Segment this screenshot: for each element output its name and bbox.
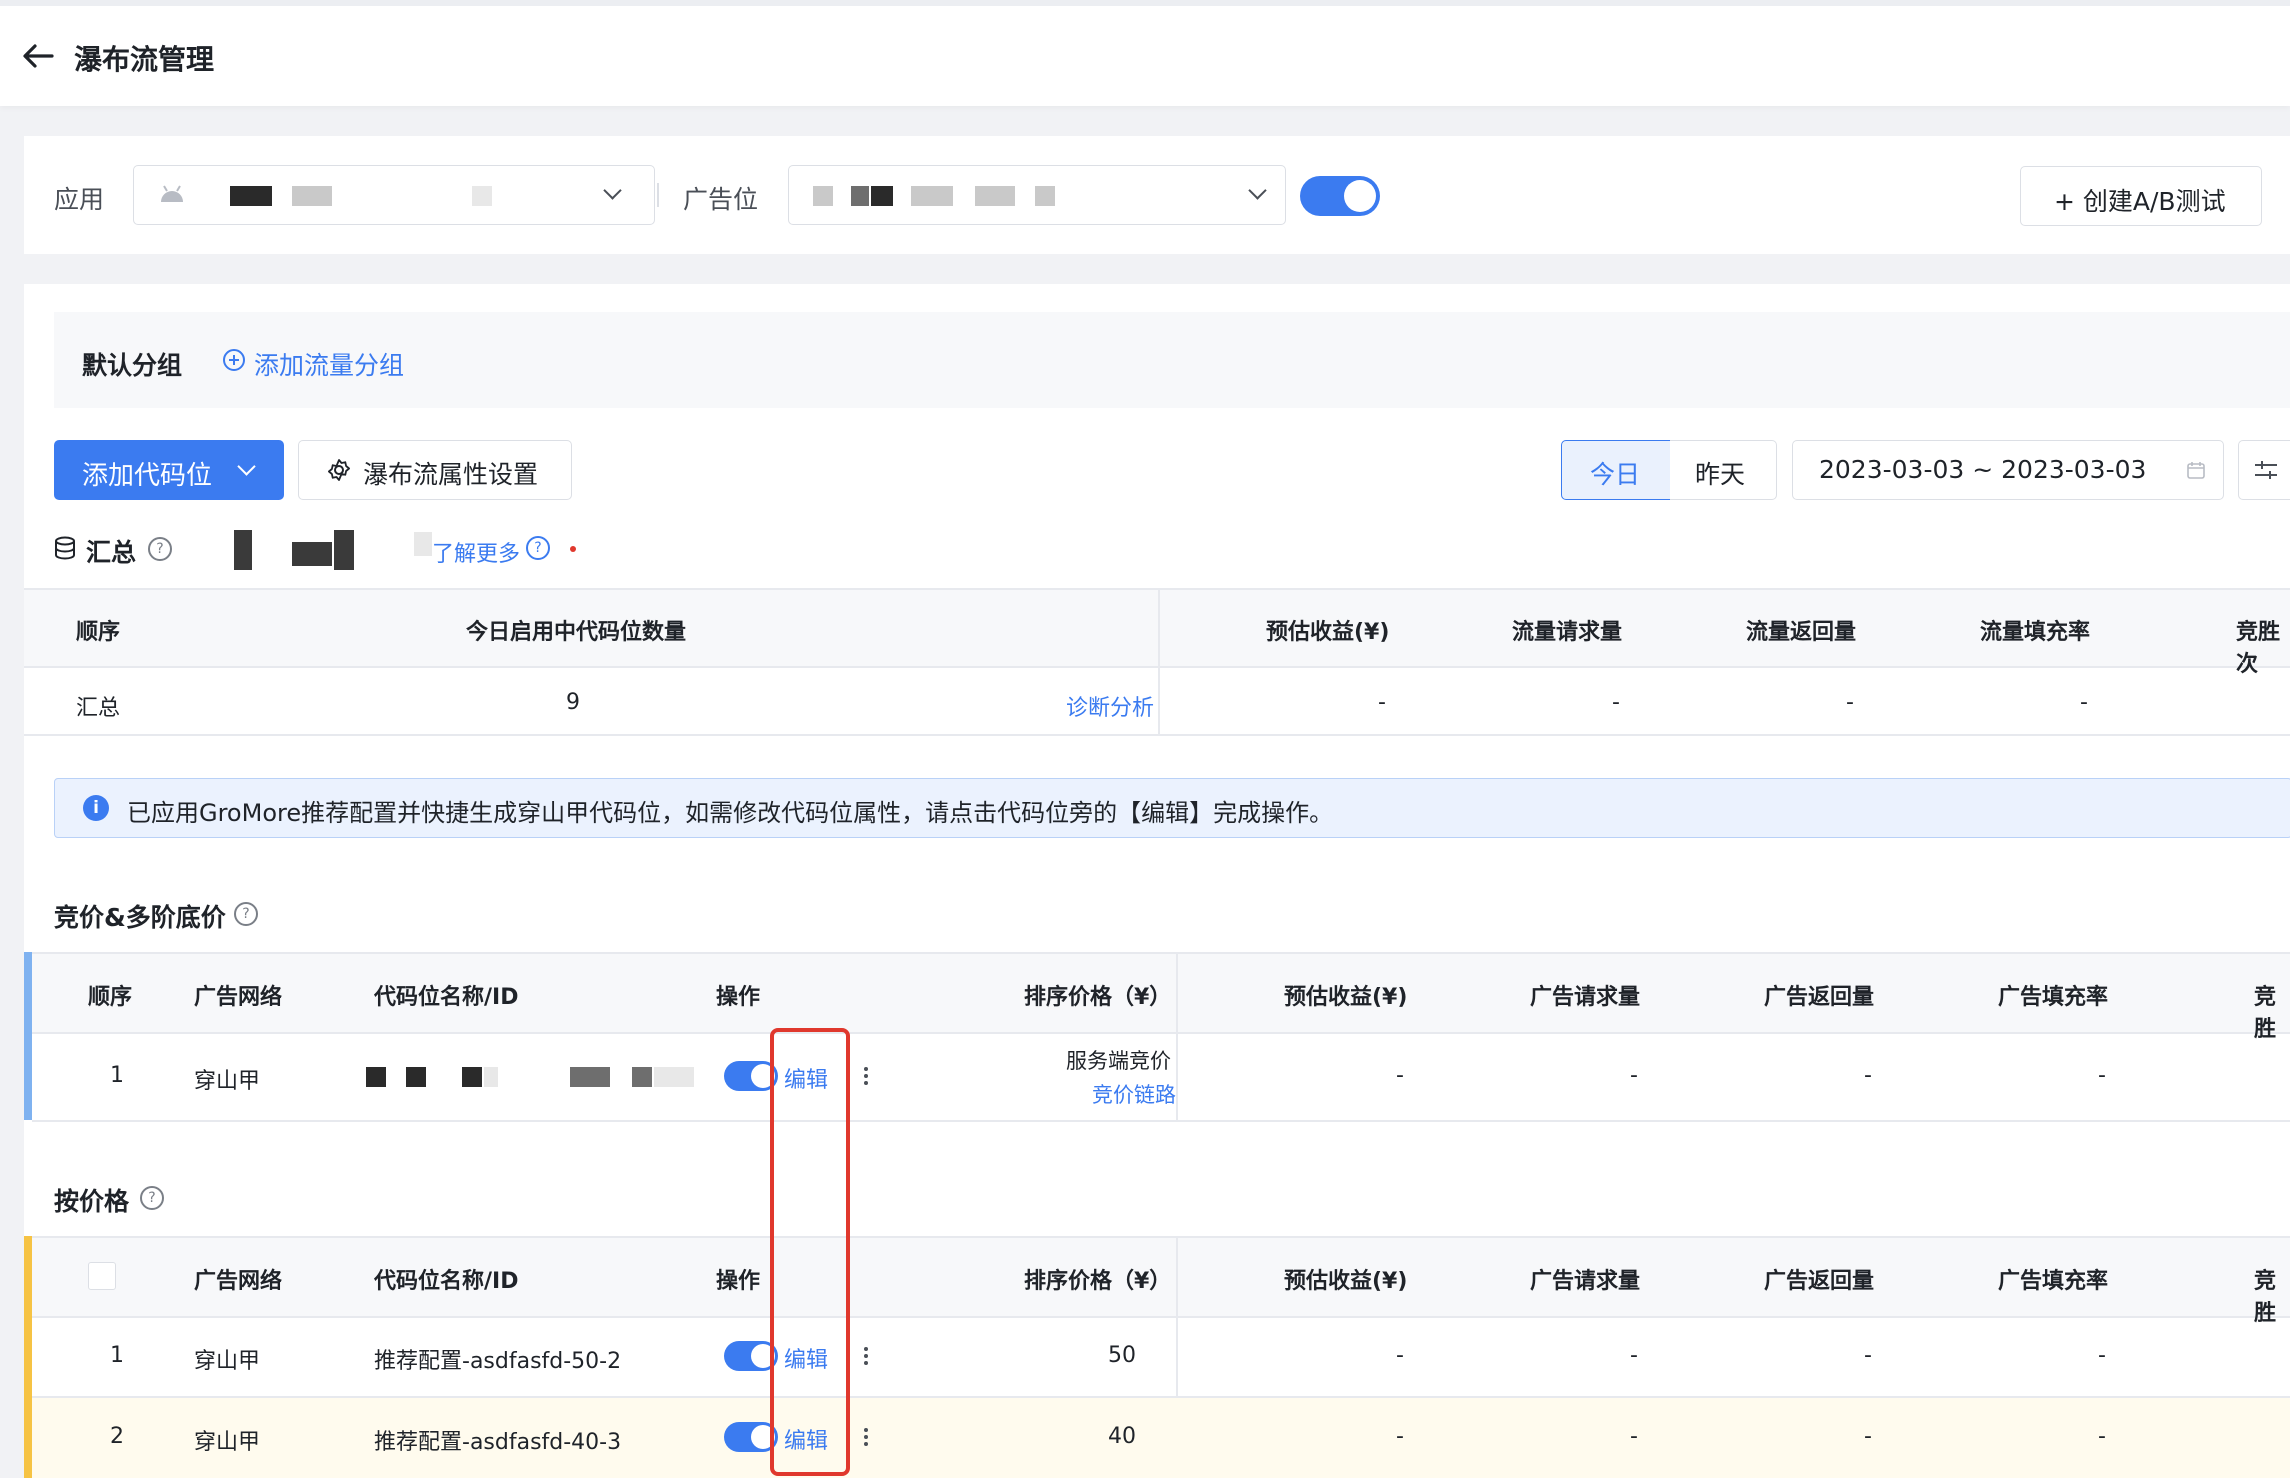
page-title: 瀑布流管理 [74, 43, 215, 76]
kebab-icon[interactable] [864, 1067, 868, 1088]
app-label: 应用 [54, 185, 105, 214]
tab-today[interactable]: 今日 [1561, 440, 1671, 500]
android-icon [158, 184, 186, 204]
main-card: 默认分组 添加流量分组 添加代码位 瀑布流属性设置 今日 昨天 2023-03-… [24, 284, 2290, 1478]
help-icon[interactable]: ? [234, 902, 258, 926]
calendar-icon [2187, 461, 2205, 479]
learn-more-link[interactable]: 了解更多 [432, 536, 520, 568]
chevron-down-icon [237, 457, 256, 476]
table-row: 2 穿山甲 推荐配置-asdfasfd-40-3 编辑 40 - - - - [32, 1398, 2290, 1478]
red-dot [570, 546, 576, 552]
plus-circle-icon[interactable] [222, 348, 246, 372]
date-range-picker[interactable]: 2023-03-03 ~ 2023-03-03 [1792, 440, 2224, 500]
info-notice: i 已应用GroMore推荐配置并快捷生成穿山甲代码位，如需修改代码位属性，请点… [54, 778, 2290, 838]
info-icon: i [83, 795, 109, 821]
filter-card: 应用 广告位 + 创建A/B测试 [24, 136, 2290, 254]
select-all-checkbox[interactable] [88, 1262, 116, 1290]
adslot-label: 广告位 [683, 185, 759, 214]
back-arrow-icon[interactable] [22, 42, 54, 70]
kebab-icon[interactable] [864, 1428, 868, 1449]
adslot-toggle[interactable] [1300, 176, 1380, 216]
kebab-icon[interactable] [864, 1347, 868, 1368]
highlight-box [770, 1028, 850, 1476]
summary-title: 汇总 [86, 538, 137, 567]
chevron-down-icon [1248, 181, 1267, 200]
chevron-down-icon [603, 181, 622, 200]
diagnose-link[interactable]: 诊断分析 [1066, 690, 1154, 722]
price-accent-bar [24, 1236, 32, 1478]
help-icon[interactable]: ? [140, 1186, 164, 1210]
sliders-icon [2255, 460, 2277, 480]
app-select[interactable] [133, 165, 655, 225]
gear-icon [327, 458, 351, 482]
top-bar: 瀑布流管理 [0, 0, 2290, 106]
bidding-table: 顺序 广告网络 代码位名称/ID 操作 排序价格（¥） 预估收益(¥) 广告请求… [24, 952, 2290, 1122]
add-group-link[interactable]: 添加流量分组 [254, 346, 404, 382]
table-row: 1 穿山甲 推荐配置-asdfasfd-50-2 编辑 50 - - - - [110, 1341, 2106, 1374]
help-icon[interactable]: ? [526, 536, 550, 560]
summary-table: 顺序 今日启用中代码位数量 预估收益(¥) 流量请求量 流量返回量 流量填充率 … [24, 588, 2290, 736]
adslot-select[interactable] [788, 165, 1286, 225]
help-icon[interactable]: ? [148, 537, 172, 561]
bidding-chain-link[interactable]: 竞价链路 [1092, 1079, 1176, 1109]
default-group-tab[interactable]: 默认分组 [82, 346, 182, 382]
summary-table-header [24, 588, 2290, 666]
table-row: 1 穿山甲 编辑 服务端竞价 竞价链路 - - - - [110, 1049, 2106, 1109]
create-ab-test-button[interactable]: + 创建A/B测试 [2020, 166, 2262, 226]
waterfall-settings-button[interactable]: 瀑布流属性设置 [298, 440, 572, 500]
database-icon [54, 536, 76, 560]
price-title: 按价格 [54, 1187, 130, 1216]
group-bar: 默认分组 添加流量分组 [54, 312, 2290, 408]
tab-yesterday[interactable]: 昨天 [1670, 440, 1777, 500]
bidding-title: 竞价&多阶底价 [54, 903, 226, 932]
price-table: 广告网络 代码位名称/ID 操作 排序价格（¥） 预估收益(¥) 广告请求量 广… [24, 1236, 2290, 1478]
add-code-button[interactable]: 添加代码位 [54, 440, 284, 500]
column-settings-button[interactable] [2238, 440, 2290, 500]
bidding-accent-bar [24, 952, 32, 1120]
